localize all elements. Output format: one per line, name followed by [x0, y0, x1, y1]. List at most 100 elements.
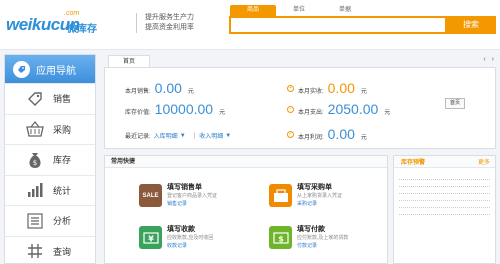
month-sales-value: 0.00: [154, 80, 182, 96]
quick-action-desc: 应收账款,应及时收回: [167, 235, 214, 241]
divider: [399, 214, 490, 215]
quick-action-title: 填写付款: [297, 226, 325, 233]
stock-warning-list: [399, 173, 490, 221]
tab-home[interactable]: 首页: [108, 55, 151, 67]
recent-records: 最近记录: 入库明细 ▼ | 收入明细 ▼: [125, 131, 235, 141]
month-received-value: 0.00: [327, 80, 355, 96]
logo-domain: .com: [64, 10, 80, 17]
month-received-label: 本月实收:: [298, 89, 324, 95]
month-expense-unit: 元: [384, 110, 391, 116]
quick-action-link[interactable]: 采购记录: [297, 200, 342, 208]
month-received: + 本月实收: 0.00 元: [287, 80, 367, 96]
quick-action-title: 填写收款: [167, 226, 195, 233]
quick-action-link[interactable]: 付款记录: [297, 242, 348, 250]
tab-scroll-arrows: ‹ ›: [483, 56, 494, 63]
recent-link-stock-in[interactable]: 入库明细: [154, 131, 178, 140]
month-sales-label: 本月销售:: [125, 89, 151, 95]
logo-chinese: 微库存: [67, 24, 97, 35]
quick-action-desc: 登记客户商品录入凭证: [167, 193, 218, 199]
search-button[interactable]: 搜索: [446, 16, 496, 34]
inventory-value-label: 库存价值:: [125, 110, 151, 116]
bar-chart-icon: [25, 180, 45, 200]
grid-icon: [25, 241, 45, 261]
sidebar-header: 应用导航: [5, 55, 95, 83]
search-tab-bill[interactable]: 单据: [322, 5, 368, 16]
sidebar-item-purchase[interactable]: 采购: [5, 113, 95, 145]
home-button[interactable]: 首页: [445, 98, 465, 109]
purchase-icon: [269, 184, 292, 207]
recent-link-income[interactable]: 收入明细: [199, 131, 223, 140]
quick-action-link[interactable]: 销售记录: [167, 200, 217, 208]
divider: [399, 186, 490, 187]
divider: [399, 179, 490, 180]
app-nav-icon: [13, 60, 30, 78]
header: weikucun .com 微库存 提升服务生产力 提高资金利用率 商品 单位 …: [0, 0, 500, 50]
inventory-value: 库存价值: 10000.00 元: [125, 101, 225, 117]
search-tab-goods[interactable]: 商品: [230, 5, 276, 16]
search-tab-unit[interactable]: 单位: [276, 5, 322, 16]
chevron-down-icon[interactable]: ▼: [225, 133, 231, 139]
stock-warning-title: 库存预警: [401, 160, 426, 166]
divider: [399, 193, 490, 194]
quick-actions-title: 常用快捷: [105, 156, 387, 168]
quick-action-title: 填写采购单: [297, 184, 332, 191]
sidebar: 应用导航 销售 采购 $ 库存 统计 分析 查询: [4, 54, 96, 264]
search-box: [229, 16, 447, 34]
sidebar-item-query[interactable]: 查询: [5, 235, 95, 264]
sidebar-item-label: 销售: [53, 94, 72, 105]
sale-icon: SALE: [139, 184, 162, 207]
quick-action-sales-order[interactable]: SALE 填写销售单 登记客户商品录入凭证 销售记录: [139, 184, 217, 208]
profit-icon: ✓: [287, 130, 294, 138]
quick-action-title: 填写销售单: [167, 184, 202, 191]
list-icon: [25, 211, 45, 231]
slogan-line-1: 提升服务生产力: [145, 14, 194, 21]
quick-action-link[interactable]: 收款记录: [167, 242, 213, 250]
receive-money-icon: ¥: [139, 226, 162, 249]
divider: |: [193, 132, 196, 139]
sidebar-item-label: 分析: [53, 216, 72, 227]
pay-money-icon: $: [269, 226, 292, 249]
quick-action-receive[interactable]: ¥ 填写收款 应收账款,应及时收回 收款记录: [139, 226, 213, 250]
sidebar-item-label: 库存: [53, 155, 72, 166]
search-tabs: 商品 单位 单据: [230, 5, 368, 16]
month-profit-label: 本月利润:: [298, 135, 324, 141]
tag-icon: [25, 89, 45, 109]
money-bag-icon: $: [25, 150, 45, 170]
divider: [399, 200, 490, 201]
slogan: 提升服务生产力 提高资金利用率: [136, 13, 206, 33]
stock-warning-more-link[interactable]: 更多: [478, 157, 490, 166]
month-expense-value: 2050.00: [327, 101, 379, 117]
search-input[interactable]: [231, 18, 445, 32]
basket-icon: [25, 119, 45, 139]
sidebar-item-label: 统计: [53, 185, 72, 196]
stock-warning-header: 库存预警 更多: [394, 156, 495, 168]
month-sales-unit: 元: [187, 89, 194, 95]
month-profit-unit: 元: [360, 135, 367, 141]
tab-prev-icon[interactable]: ‹: [483, 56, 485, 63]
received-icon: +: [287, 84, 294, 92]
sidebar-item-sales[interactable]: 销售: [5, 83, 95, 114]
sidebar-item-statistics[interactable]: 统计: [5, 174, 95, 206]
svg-text:¥: ¥: [148, 234, 154, 243]
month-received-unit: 元: [360, 89, 367, 95]
sidebar-title: 应用导航: [36, 65, 76, 77]
quick-action-pay[interactable]: $ 填写付款 应付账款,及上家的货款 付款记录: [269, 226, 348, 250]
logo[interactable]: weikucun .com 微库存: [6, 9, 98, 37]
slogan-line-2: 提高资金利用率: [145, 24, 194, 31]
stock-warning-panel: 库存预警 更多: [393, 155, 496, 264]
month-profit: ✓ 本月利润: 0.00 元: [287, 126, 367, 142]
quick-action-desc: 从上家购货录入凭证: [297, 193, 343, 199]
month-sales: 本月销售: 0.00 元: [125, 80, 194, 96]
quick-action-purchase-order[interactable]: 填写采购单 从上家购货录入凭证 采购记录: [269, 184, 342, 208]
svg-text:$: $: [33, 159, 37, 167]
month-expense: − 本月支出: 2050.00 元: [287, 101, 390, 117]
recent-label: 最近记录:: [125, 134, 151, 140]
inventory-value-amount: 10000.00: [154, 101, 214, 117]
inventory-value-unit: 元: [219, 110, 226, 116]
chevron-down-icon[interactable]: ▼: [180, 133, 186, 139]
sidebar-item-inventory[interactable]: $ 库存: [5, 144, 95, 175]
sidebar-item-label: 采购: [53, 124, 72, 135]
tab-next-icon[interactable]: ›: [492, 56, 494, 63]
month-profit-value: 0.00: [327, 126, 355, 142]
sidebar-item-analysis[interactable]: 分析: [5, 205, 95, 236]
